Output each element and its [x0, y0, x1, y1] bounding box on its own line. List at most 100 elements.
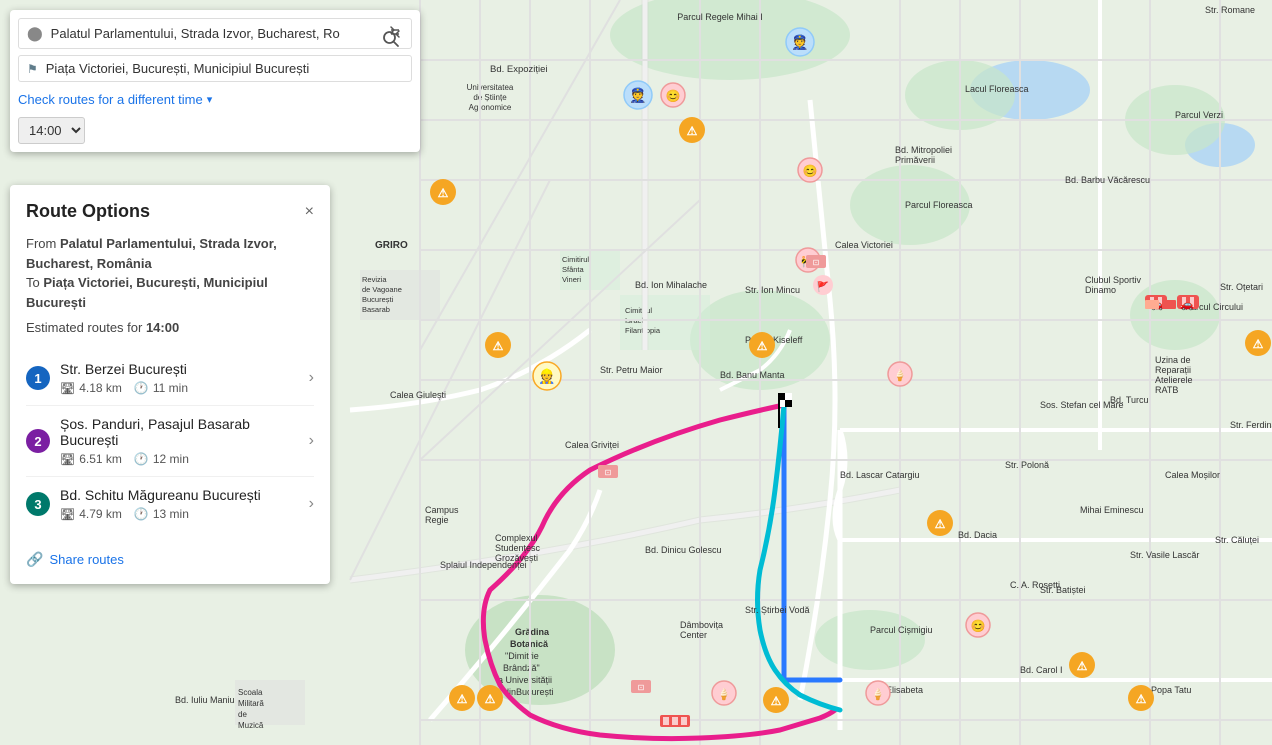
svg-text:Bd. Ion Mihalache: Bd. Ion Mihalache [635, 280, 707, 290]
route-number-2: 2 [26, 429, 50, 453]
clock-icon-1: 🕐 [134, 381, 149, 395]
to-value: Piața Victoriei, București, Municipiul B… [26, 275, 268, 310]
svg-text:⊡: ⊡ [605, 468, 612, 477]
svg-text:Scoala: Scoala [238, 688, 263, 697]
route-info-3: Bd. Schitu Măgureanu București 🛣 4.79 km… [60, 487, 309, 521]
svg-text:Militară: Militară [238, 699, 264, 708]
route-chevron-3: › [309, 495, 314, 513]
route-chevron-2: › [309, 432, 314, 450]
route-item-3[interactable]: 3 Bd. Schitu Măgureanu București 🛣 4.79 … [26, 477, 314, 531]
route-number-3: 3 [26, 492, 50, 516]
svg-text:🍦: 🍦 [871, 688, 885, 701]
svg-text:😊: 😊 [803, 164, 818, 178]
route-from-to: From Palatul Parlamentului, Strada Izvor… [26, 234, 314, 312]
route-distance-3: 🛣 4.79 km [60, 507, 122, 521]
svg-text:Brândză": Brândză" [503, 663, 540, 673]
clock-icon-3: 🕐 [134, 507, 149, 521]
svg-text:Uzina de: Uzina de [1155, 355, 1191, 365]
svg-text:Calea Victoriei: Calea Victoriei [835, 240, 893, 250]
check-routes-link[interactable]: Check routes for a different time ▾ [18, 92, 212, 107]
destination-input-row[interactable]: ⚑ [18, 55, 412, 82]
svg-text:Studențesc: Studențesc [495, 543, 541, 553]
svg-text:Clubul Sportiv: Clubul Sportiv [1085, 275, 1142, 285]
route-options-header: Route Options × [26, 201, 314, 222]
svg-text:Bd. Carol I: Bd. Carol I [1020, 665, 1063, 675]
svg-text:Bd. Iuliu Maniu: Bd. Iuliu Maniu [175, 695, 235, 705]
route-name-1: Str. Berzei București [60, 361, 309, 377]
time-select[interactable]: 14:00 [18, 117, 85, 144]
svg-text:de Științe: de Științe [473, 93, 507, 102]
svg-text:🚩: 🚩 [817, 280, 829, 293]
check-routes-label: Check routes for a different time [18, 92, 203, 107]
route-details-3: 🛣 4.79 km 🕐 13 min [60, 507, 309, 521]
svg-text:București: București [362, 295, 394, 304]
svg-text:Str. Polonă: Str. Polonă [1005, 460, 1049, 470]
svg-text:Bd. Barbu Văcărescu: Bd. Barbu Văcărescu [1065, 175, 1150, 185]
svg-text:Str. Căluței: Str. Căluței [1215, 535, 1259, 545]
svg-text:C. A. Rosetti: C. A. Rosetti [1010, 580, 1060, 590]
svg-text:Muzică: Muzică [238, 721, 264, 730]
svg-text:Str. Romane: Str. Romane [1205, 5, 1255, 15]
estimated-time-value: 14:00 [146, 320, 179, 335]
from-label: From [26, 236, 60, 251]
svg-text:Sfânta: Sfânta [562, 265, 585, 274]
route-details-1: 🛣 4.18 km 🕐 11 min [60, 381, 309, 395]
estimated-label: Estimated routes for [26, 320, 142, 335]
svg-text:Campus: Campus [425, 505, 459, 515]
svg-text:😊: 😊 [971, 619, 986, 633]
route-item-2[interactable]: 2 Șos. Panduri, Pasajul Basarab Bucureșt… [26, 406, 314, 477]
route-info-1: Str. Berzei București 🛣 4.18 km 🕐 11 min [60, 361, 309, 395]
svg-text:🚗: 🚗 [1180, 299, 1194, 311]
svg-text:👮: 👮 [629, 86, 646, 104]
svg-text:Dâmbovița: Dâmbovița [680, 620, 723, 630]
svg-text:Str. Știrbei Vodă: Str. Știrbei Vodă [745, 605, 810, 615]
distance-icon-2: 🛣 [60, 452, 75, 466]
svg-text:🍦: 🍦 [893, 369, 907, 382]
svg-text:⚠: ⚠ [438, 186, 449, 200]
svg-text:⚠: ⚠ [485, 692, 496, 706]
origin-input-row[interactable]: ⬤ [18, 18, 412, 49]
clock-icon-2: 🕐 [134, 452, 149, 466]
svg-text:Str. Ferdinand: Str. Ferdinand [1230, 420, 1272, 430]
svg-text:Mihai Eminescu: Mihai Eminescu [1080, 505, 1144, 515]
origin-input[interactable] [51, 26, 387, 41]
svg-text:👷: 👷 [538, 368, 555, 385]
svg-text:Bd. Dinicu Golescu: Bd. Dinicu Golescu [645, 545, 722, 555]
route-number-1: 1 [26, 366, 50, 390]
svg-text:Agronomice: Agronomice [469, 103, 512, 112]
svg-text:Revizia: Revizia [362, 275, 387, 284]
svg-text:Bd. Expoziției: Bd. Expoziției [490, 64, 548, 75]
svg-text:de: de [238, 710, 247, 719]
share-routes-row[interactable]: 🔗 Share routes [26, 545, 314, 568]
svg-text:Bd. Mitropoliei: Bd. Mitropoliei [895, 145, 952, 155]
svg-text:Complexul: Complexul [495, 533, 538, 543]
route-distance-1: 🛣 4.18 km [60, 381, 122, 395]
time-select-row: 14:00 [18, 117, 412, 144]
distance-icon-3: 🛣 [60, 507, 75, 521]
close-button[interactable]: × [305, 204, 314, 220]
svg-text:Universitatea: Universitatea [467, 83, 514, 92]
destination-input[interactable] [46, 61, 403, 76]
svg-text:Basarab: Basarab [362, 305, 390, 314]
from-value: Palatul Parlamentului, Strada Izvor, Buc… [26, 236, 277, 271]
route-info-2: Șos. Panduri, Pasajul Basarab București … [60, 416, 309, 466]
route-item-1[interactable]: 1 Str. Berzei București 🛣 4.18 km 🕐 11 m… [26, 351, 314, 406]
svg-text:Regie: Regie [425, 515, 449, 525]
svg-text:👮: 👮 [791, 33, 808, 51]
svg-text:Calea Griviței: Calea Griviței [565, 440, 619, 450]
svg-text:⊡: ⊡ [638, 683, 645, 692]
route-duration-3: 🕐 13 min [134, 507, 189, 521]
svg-text:Bd. Banu Manta: Bd. Banu Manta [720, 370, 785, 380]
distance-icon-1: 🛣 [60, 381, 75, 395]
to-label: To [26, 275, 43, 290]
svg-text:Parcul Cișmigiu: Parcul Cișmigiu [870, 625, 933, 635]
svg-text:Bd. Turcu: Bd. Turcu [1110, 395, 1149, 405]
search-button[interactable] [378, 26, 404, 57]
route-distance-2: 🛣 6.51 km [60, 452, 122, 466]
route-details-2: 🛣 6.51 km 🕐 12 min [60, 452, 309, 466]
route-name-3: Bd. Schitu Măgureanu București [60, 487, 309, 503]
svg-text:⚠: ⚠ [757, 339, 768, 353]
svg-text:RATB: RATB [1155, 385, 1178, 395]
svg-text:Str. Petru Maior: Str. Petru Maior [600, 365, 663, 375]
svg-text:GRIRO: GRIRO [375, 240, 408, 251]
